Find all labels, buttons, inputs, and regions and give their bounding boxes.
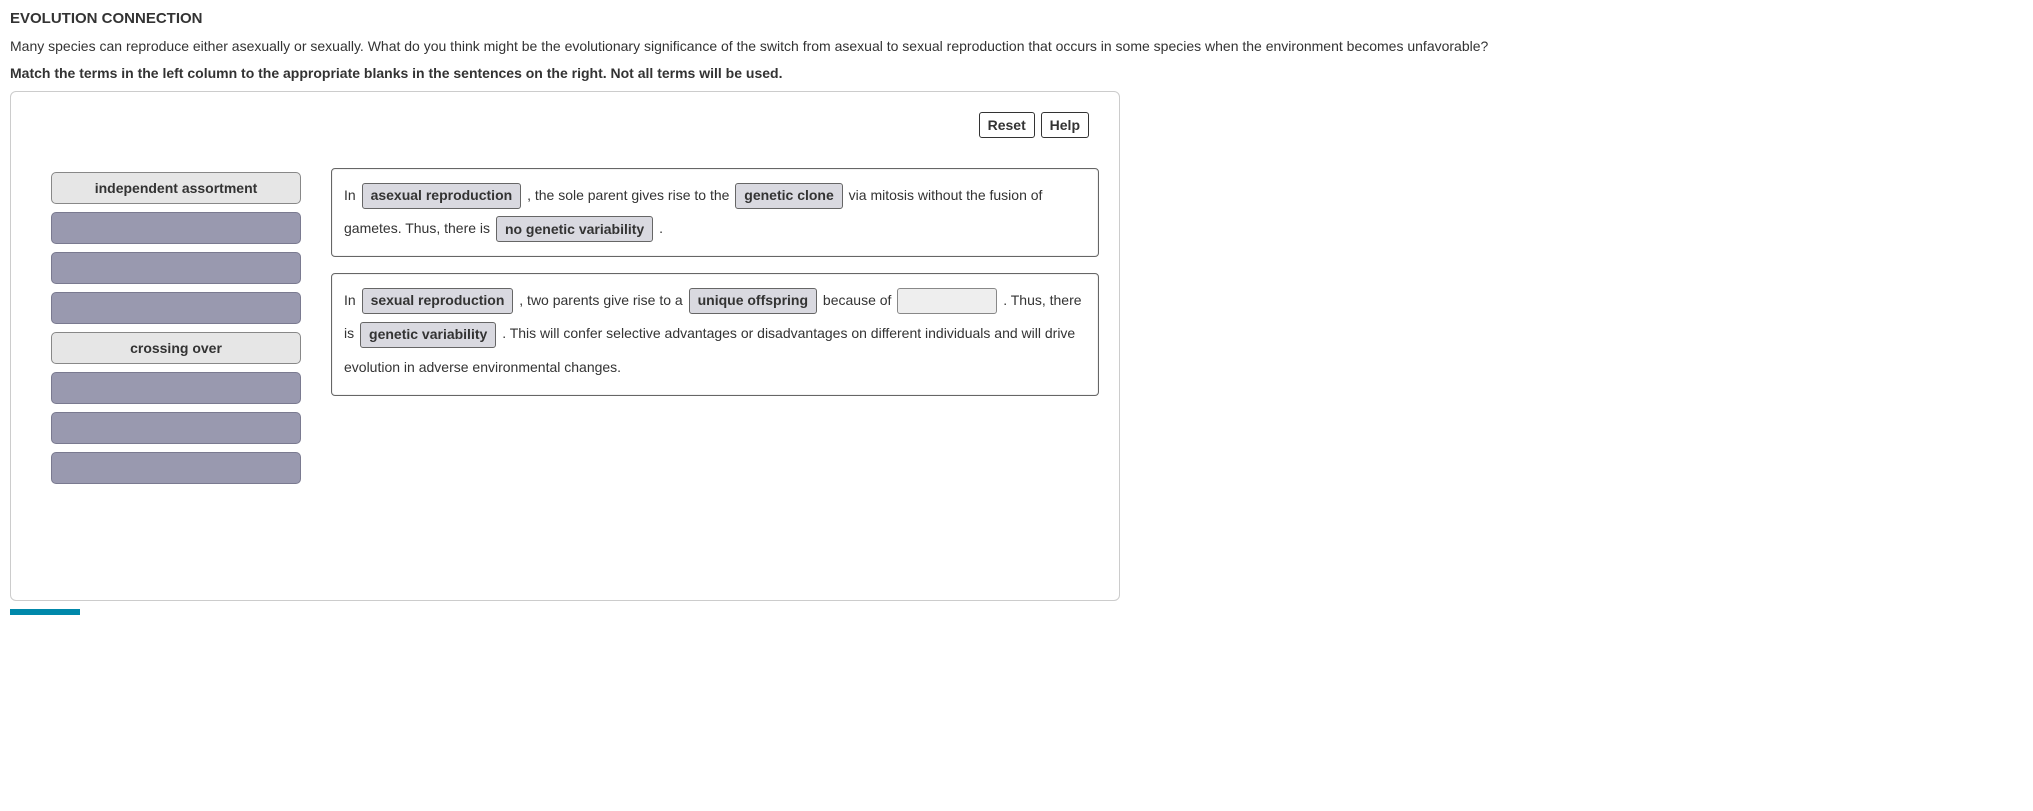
terms-column: independent assortment crossing over bbox=[31, 168, 301, 484]
term-item[interactable] bbox=[51, 252, 301, 284]
drop-blank[interactable]: sexual reproduction bbox=[362, 288, 514, 314]
drop-blank[interactable]: genetic clone bbox=[735, 183, 842, 209]
drop-blank[interactable]: no genetic variability bbox=[496, 216, 653, 242]
drop-blank[interactable]: unique offspring bbox=[689, 288, 817, 314]
drop-blank[interactable]: asexual reproduction bbox=[362, 183, 522, 209]
question-prompt: Many species can reproduce either asexua… bbox=[10, 37, 2023, 57]
sentence-text: . bbox=[659, 220, 663, 236]
term-item[interactable] bbox=[51, 212, 301, 244]
reset-button[interactable]: Reset bbox=[979, 112, 1035, 138]
instruction-text: Match the terms in the left column to th… bbox=[10, 65, 2023, 81]
activity-container: Reset Help independent assortment crossi… bbox=[10, 91, 1120, 601]
sentence-text: In bbox=[344, 292, 356, 308]
term-item[interactable] bbox=[51, 292, 301, 324]
sentence-text: , two parents give rise to a bbox=[519, 292, 682, 308]
sentences-column: In asexual reproduction , the sole paren… bbox=[331, 168, 1099, 396]
activity-controls: Reset Help bbox=[31, 112, 1099, 138]
term-item[interactable] bbox=[51, 372, 301, 404]
term-item[interactable] bbox=[51, 452, 301, 484]
footer-accent-bar bbox=[10, 609, 80, 615]
sentence-box-2: In sexual reproduction , two parents giv… bbox=[331, 273, 1099, 396]
term-item[interactable]: crossing over bbox=[51, 332, 301, 364]
drop-blank[interactable]: genetic variability bbox=[360, 322, 496, 348]
sentence-text: because of bbox=[823, 292, 892, 308]
section-heading: EVOLUTION CONNECTION bbox=[10, 10, 2023, 27]
term-item[interactable]: independent assortment bbox=[51, 172, 301, 204]
term-item[interactable] bbox=[51, 412, 301, 444]
sentence-text: In bbox=[344, 187, 356, 203]
drop-blank[interactable] bbox=[897, 288, 997, 314]
help-button[interactable]: Help bbox=[1041, 112, 1089, 138]
sentence-box-1: In asexual reproduction , the sole paren… bbox=[331, 168, 1099, 257]
sentence-text: , the sole parent gives rise to the bbox=[527, 187, 729, 203]
